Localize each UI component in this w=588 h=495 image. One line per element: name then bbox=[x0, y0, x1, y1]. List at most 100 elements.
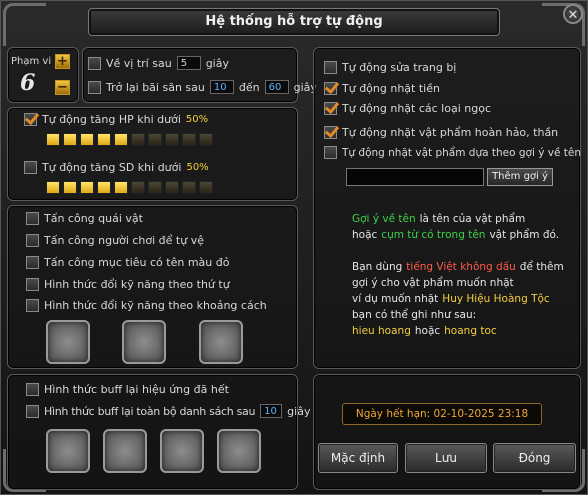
pickup-checkbox[interactable] bbox=[324, 146, 337, 159]
info-text: hoang toc bbox=[444, 325, 497, 337]
buff-slot[interactable] bbox=[160, 429, 204, 473]
back-row: Trở lại bãi săn sau 10 đến 60 giây bbox=[88, 80, 317, 94]
skill-slot[interactable] bbox=[46, 320, 90, 364]
buff-unit: giây bbox=[287, 404, 311, 418]
range-plus-button[interactable]: + bbox=[55, 54, 70, 69]
back-from-input[interactable]: 10 bbox=[209, 80, 234, 94]
combat-option-row[interactable]: Tấn công người chơi để tự vệ bbox=[26, 234, 204, 247]
buff-list-row: Hình thức buff lại toàn bộ danh sách sau… bbox=[26, 404, 310, 418]
return-seconds-input[interactable]: 5 bbox=[176, 56, 201, 70]
pickup-option-row[interactable]: Tự động nhặt vật phẩm hoàn hảo, thần bbox=[324, 126, 558, 139]
pickup-checkbox[interactable] bbox=[324, 61, 337, 74]
info-text: hieu hoang bbox=[352, 325, 411, 337]
buff-slot[interactable] bbox=[217, 429, 261, 473]
range-minus-button[interactable]: − bbox=[55, 80, 70, 95]
back-to-input[interactable]: 60 bbox=[264, 80, 289, 94]
sd-row: Tự động tăng SD khi dưới 50% bbox=[24, 161, 209, 174]
info-text: gợi ý cho vật phẩm muốn nhặt bbox=[352, 277, 514, 289]
skill-slot[interactable] bbox=[122, 320, 166, 364]
return-row: Về vị trí sau 5 giây bbox=[88, 56, 229, 70]
return-unit: giây bbox=[205, 56, 229, 70]
sd-threshold-bar[interactable] bbox=[46, 181, 213, 194]
bar-segment[interactable] bbox=[148, 181, 162, 194]
range-label: Phạm vi bbox=[11, 56, 52, 67]
back-checkbox[interactable] bbox=[88, 80, 101, 94]
bar-segment[interactable] bbox=[165, 133, 179, 146]
bar-segment[interactable] bbox=[114, 133, 128, 146]
window-title: Hệ thống hỗ trợ tự động bbox=[88, 8, 500, 36]
bar-segment[interactable] bbox=[148, 133, 162, 146]
info-text: là tên của vật phẩm bbox=[419, 213, 526, 225]
combat-option-row[interactable]: Hình thức đổi kỹ năng theo khoảng cách bbox=[26, 299, 267, 312]
combat-checkbox[interactable] bbox=[26, 299, 39, 312]
bar-segment[interactable] bbox=[165, 181, 179, 194]
close-icon[interactable]: ✕ bbox=[563, 4, 583, 24]
pickup-label: Tự động nhặt tiền bbox=[342, 82, 440, 95]
default-button[interactable]: Mặc định bbox=[318, 443, 398, 473]
combat-label: Hình thức đổi kỹ năng theo khoảng cách bbox=[44, 299, 267, 312]
info-line: ví dụ muốn nhặt Huy Hiệu Hoàng Tộc bbox=[352, 292, 550, 307]
hp-checkbox[interactable] bbox=[24, 113, 37, 126]
add-hint-button[interactable]: Thêm gợi ý bbox=[487, 168, 553, 186]
buff-effect-checkbox[interactable] bbox=[26, 383, 39, 396]
buff-seconds-input[interactable]: 10 bbox=[260, 404, 283, 418]
sd-checkbox[interactable] bbox=[24, 161, 37, 174]
combat-checkbox[interactable] bbox=[26, 278, 39, 291]
close-button[interactable]: Đóng bbox=[493, 443, 576, 473]
buff-list-label: Hình thức buff lại toàn bộ danh sách sau bbox=[44, 404, 256, 418]
hp-threshold-bar[interactable] bbox=[46, 133, 213, 146]
bar-segment[interactable] bbox=[199, 133, 213, 146]
back-label: Trở lại bãi săn sau bbox=[106, 80, 205, 94]
bar-segment[interactable] bbox=[80, 181, 94, 194]
info-text: ví dụ muốn nhặt bbox=[352, 293, 439, 305]
bar-segment[interactable] bbox=[199, 181, 213, 194]
skill-slot[interactable] bbox=[199, 320, 243, 364]
bar-segment[interactable] bbox=[46, 181, 60, 194]
back-to-label: đến bbox=[238, 80, 260, 94]
pickup-label: Tự động sửa trang bị bbox=[342, 61, 457, 74]
pickup-option-row[interactable]: Tự động sửa trang bị bbox=[324, 61, 456, 74]
buff-effect-label: Hình thức buff lại hiệu ứng đã hết bbox=[44, 383, 229, 396]
frame-corner bbox=[3, 3, 46, 46]
pickup-option-row[interactable]: Tự động nhặt các loại ngọc bbox=[324, 102, 491, 115]
bar-segment[interactable] bbox=[63, 133, 77, 146]
hint-input[interactable] bbox=[346, 168, 484, 186]
pickup-label: Tự động nhặt các loại ngọc bbox=[342, 102, 491, 115]
combat-label: Tấn công người chơi để tự vệ bbox=[44, 234, 204, 247]
hp-percent: 50% bbox=[185, 114, 209, 125]
info-text: vật phẩm đó. bbox=[489, 229, 560, 241]
sd-label: Tự động tăng SD khi dưới bbox=[42, 161, 182, 174]
combat-option-row[interactable]: Tấn công quái vật bbox=[26, 212, 143, 225]
bar-segment[interactable] bbox=[80, 133, 94, 146]
combat-checkbox[interactable] bbox=[26, 212, 39, 225]
combat-checkbox[interactable] bbox=[26, 234, 39, 247]
buff-slot[interactable] bbox=[46, 429, 90, 473]
bar-segment[interactable] bbox=[182, 181, 196, 194]
pickup-checkbox[interactable] bbox=[324, 82, 337, 95]
bar-segment[interactable] bbox=[46, 133, 60, 146]
bar-segment[interactable] bbox=[63, 181, 77, 194]
bar-segment[interactable] bbox=[97, 133, 111, 146]
combat-option-row[interactable]: Hình thức đổi kỹ năng theo thứ tự bbox=[26, 278, 230, 291]
pickup-option-row[interactable]: Tự động nhặt vật phẩm dựa theo gợi ý về … bbox=[324, 146, 581, 159]
buff-list-checkbox[interactable] bbox=[26, 404, 39, 418]
buff-effect-row[interactable]: Hình thức buff lại hiệu ứng đã hết bbox=[26, 383, 229, 396]
pickup-option-row[interactable]: Tự động nhặt tiền bbox=[324, 82, 440, 95]
combat-option-row[interactable]: Tấn công mục tiêu có tên màu đỏ bbox=[26, 256, 229, 269]
combat-label: Tấn công mục tiêu có tên màu đỏ bbox=[44, 256, 230, 269]
info-text: để thêm bbox=[519, 261, 564, 273]
pickup-label: Tự động nhặt vật phẩm hoàn hảo, thần bbox=[342, 126, 559, 139]
bar-segment[interactable] bbox=[131, 133, 145, 146]
buff-slot[interactable] bbox=[103, 429, 147, 473]
bar-segment[interactable] bbox=[97, 181, 111, 194]
return-checkbox[interactable] bbox=[88, 56, 101, 70]
info-text: Bạn dùng bbox=[352, 261, 403, 273]
bar-segment[interactable] bbox=[182, 133, 196, 146]
pickup-checkbox[interactable] bbox=[324, 102, 337, 115]
combat-checkbox[interactable] bbox=[26, 256, 39, 269]
bar-segment[interactable] bbox=[114, 181, 128, 194]
pickup-checkbox[interactable] bbox=[324, 126, 337, 139]
bar-segment[interactable] bbox=[131, 181, 145, 194]
info-line: hoặc cụm từ có trong tên vật phẩm đó. bbox=[352, 228, 559, 243]
save-button[interactable]: Lưu bbox=[405, 443, 487, 473]
